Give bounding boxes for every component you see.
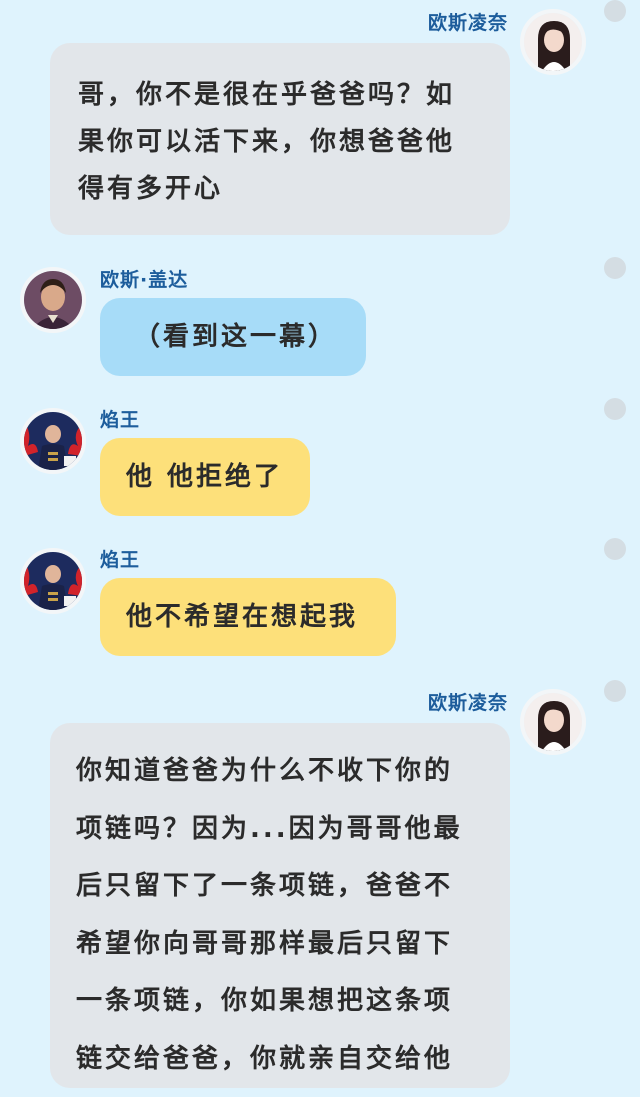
message-line: 你知道爸爸为什么不收下你的	[76, 756, 454, 786]
menu-dot-icon[interactable]	[604, 538, 626, 560]
sender-name: 焰王	[100, 409, 141, 431]
message-line: 他 他拒绝了	[126, 462, 284, 492]
sender-name: 欧斯凌奈	[427, 692, 508, 714]
message-bubble: 你知道爸爸为什么不收下你的 项链吗？因为...因为哥哥他最 后只留下了一条项链，…	[50, 723, 510, 1088]
flame-king-avatar-icon[interactable]	[20, 548, 86, 614]
menu-dot-icon[interactable]	[604, 257, 626, 279]
message-line: 他不希望在想起我	[126, 602, 359, 632]
message-row: 欧斯·盖达 （看到这一幕）	[0, 250, 640, 390]
message-line: 一条项链，你如果想把这条项	[76, 986, 454, 1016]
message-line: 希望你向哥哥那样最后只留下	[76, 928, 454, 959]
flame-king-avatar-icon[interactable]	[20, 408, 86, 474]
message-bubble: 哥，你不是很在乎爸爸吗？如 果你可以活下来，你想爸爸他 得有多开心	[50, 43, 510, 235]
girl-avatar-icon[interactable]	[520, 689, 586, 755]
sender-name: 欧斯·盖达	[100, 269, 189, 291]
menu-dot-icon[interactable]	[604, 680, 626, 702]
message-row: 欧斯凌奈 哥，你不是很在乎爸爸吗？如 果你可以活下来，你想爸爸他 得有多开心	[0, 0, 640, 250]
menu-dot-icon[interactable]	[604, 398, 626, 420]
message-bubble: 他 他拒绝了	[100, 438, 310, 516]
message-line: 链交给爸爸，你就亲自交给他	[76, 1043, 454, 1074]
menu-dot-icon[interactable]	[604, 0, 626, 22]
message-row: 焰王 他不希望在想起我	[0, 530, 640, 680]
sender-name: 欧斯凌奈	[427, 12, 508, 34]
man-avatar-icon[interactable]	[20, 267, 86, 333]
girl-avatar-icon[interactable]	[520, 9, 586, 75]
message-row: 欧斯凌奈 你知道爸爸为什么不收下你的 项链吗？因为...因为哥哥他最 后只留下了…	[0, 680, 640, 1097]
message-line: （看到这一幕）	[134, 322, 338, 352]
message-row: 焰王 他 他拒绝了	[0, 390, 640, 530]
message-line: 后只留下了一条项链，爸爸不	[76, 871, 454, 901]
message-bubble: 他不希望在想起我	[100, 578, 396, 656]
message-line: 项链吗？因为...因为哥哥他最	[76, 813, 463, 844]
message-bubble: （看到这一幕）	[100, 298, 366, 376]
sender-name: 焰王	[100, 549, 141, 571]
